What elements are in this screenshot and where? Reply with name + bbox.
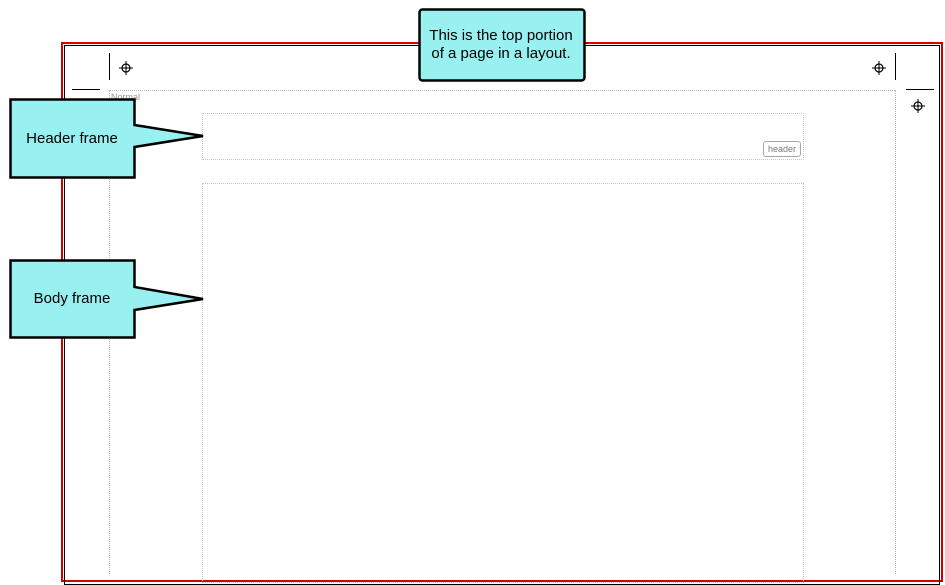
target-crosshair-icon — [119, 61, 133, 75]
header-frame[interactable] — [202, 113, 804, 160]
crop-mark-top-left-horizontal — [72, 89, 100, 90]
crop-mark-top-right-vertical — [895, 53, 896, 80]
header-frame-callout-text: Header frame — [26, 130, 118, 147]
body-frame[interactable] — [202, 183, 804, 583]
margin-guide-top — [109, 90, 895, 91]
header-frame-tag[interactable]: header — [763, 141, 801, 157]
crop-mark-top-left-vertical — [109, 53, 110, 80]
body-frame-callout-text: Body frame — [33, 290, 111, 307]
crop-mark-top-right-horizontal — [906, 89, 934, 90]
target-crosshair-icon — [872, 61, 886, 75]
top-note-text: This is the top portion of a page in a l… — [429, 27, 573, 62]
margin-guide-right — [895, 90, 896, 574]
target-crosshair-icon — [911, 99, 925, 113]
